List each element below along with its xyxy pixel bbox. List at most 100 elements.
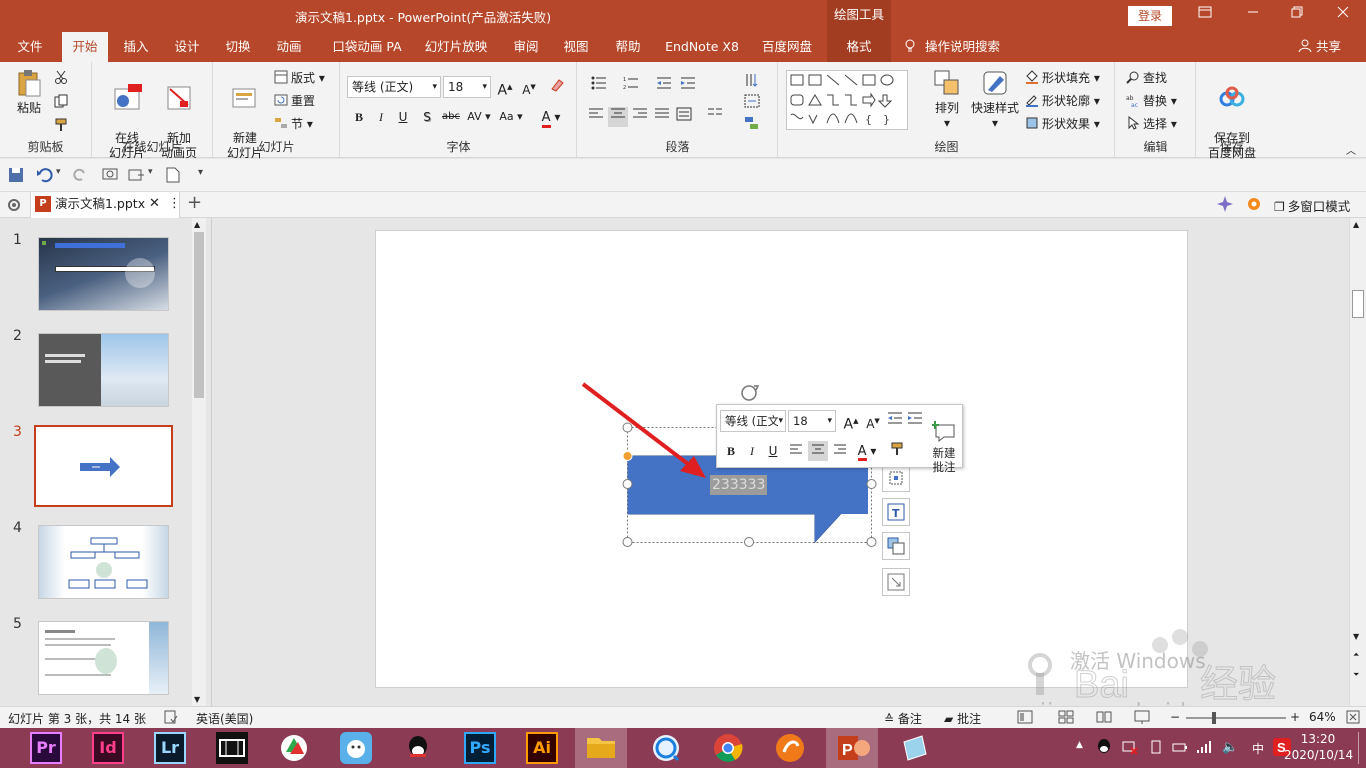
distributed-icon[interactable] [674, 107, 694, 127]
tab-help[interactable]: 帮助 [606, 32, 650, 62]
settings-icon[interactable] [6, 197, 22, 216]
slideshow-view-icon[interactable] [1134, 710, 1150, 727]
notes-app-icon[interactable] [898, 732, 930, 764]
premiere-app-icon[interactable]: Pr [30, 732, 62, 764]
select-button[interactable]: 选择 ▾ [1126, 114, 1177, 134]
slideshow-icon[interactable] [102, 167, 120, 187]
scrollbar-thumb[interactable] [194, 232, 204, 398]
tab-animations[interactable]: 动画 [267, 32, 311, 62]
tab-slideshow[interactable]: 幻灯片放映 [420, 32, 492, 62]
notes-button[interactable]: ≙ 备注 [884, 710, 922, 727]
chrome-app-icon[interactable] [712, 732, 744, 764]
increase-indent-icon[interactable] [905, 411, 925, 431]
tab-transitions[interactable]: 切换 [216, 32, 260, 62]
ime-indicator[interactable]: 中 [1252, 740, 1264, 757]
tab-home[interactable]: 开始 [62, 32, 108, 62]
font-color-button[interactable]: A ▾ [537, 107, 565, 128]
ribbon-display-icon[interactable] [1190, 4, 1220, 26]
zoom-slider[interactable] [1186, 717, 1286, 719]
next-slide-icon[interactable]: ⏷ [1353, 670, 1359, 680]
orange-app-icon[interactable] [774, 732, 806, 764]
tab-format[interactable]: 格式 [827, 32, 891, 62]
thumbnails-scrollbar[interactable]: ▲ ▼ [192, 218, 206, 706]
increase-font-icon[interactable]: A▲ [495, 77, 515, 99]
tab-view[interactable]: 视图 [554, 32, 598, 62]
reset-button[interactable]: 重置 [274, 91, 315, 111]
device-icon[interactable] [1148, 739, 1164, 755]
comments-button[interactable]: ▰ 批注 [944, 710, 981, 727]
new-comment-button[interactable]: 新建 批注 [928, 407, 960, 474]
reading-view-icon[interactable] [1096, 710, 1112, 727]
arrange-button[interactable]: 排列 ▾ [927, 68, 967, 131]
decrease-font-icon[interactable]: A▼ [863, 411, 883, 431]
layout-options-icon[interactable] [882, 464, 910, 492]
change-case-button[interactable]: Aa ▾ [497, 107, 525, 127]
close-tab-icon[interactable]: ✕ [149, 192, 160, 216]
video-editor-app-icon[interactable] [216, 732, 248, 764]
italic-button[interactable]: I [371, 107, 391, 127]
previous-slide-icon[interactable]: ⏶ [1353, 650, 1359, 660]
mini-bold-button[interactable]: B [721, 441, 741, 461]
collapse-ribbon-icon[interactable]: ︿ [1346, 142, 1356, 157]
tray-expand-icon[interactable]: ▲ [1076, 740, 1083, 750]
360-app-icon[interactable] [278, 732, 310, 764]
fit-to-window-icon[interactable] [1346, 710, 1360, 727]
document-tab[interactable]: P 演示文稿1.pptx ✕ ⋮ [30, 192, 181, 218]
tab-pocket-animation[interactable]: 口袋动画 PA [325, 32, 409, 62]
paste-button[interactable]: 粘贴 [10, 68, 48, 116]
canvas-scrollbar[interactable]: ▲ ▼ ⏶ ⏷ [1349, 218, 1366, 706]
arrange-shapes-icon[interactable] [882, 532, 910, 560]
redo-icon[interactable] [72, 167, 88, 187]
resize-icon[interactable] [882, 568, 910, 596]
magic-icon[interactable] [1216, 195, 1234, 216]
char-spacing-button[interactable]: AV ▾ [465, 107, 493, 127]
scroll-down-icon[interactable]: ▼ [1353, 632, 1359, 641]
slide-thumbnail-4[interactable] [38, 525, 169, 599]
align-center-icon[interactable] [608, 107, 628, 127]
volume-icon[interactable]: 🔈 [1222, 740, 1238, 755]
undo-dropdown-icon[interactable]: ▾ [56, 167, 61, 177]
powerpoint-app-icon[interactable]: P [826, 728, 878, 768]
mini-align-left-icon[interactable] [786, 441, 806, 461]
language-indicator[interactable]: 英语(美国) [196, 710, 253, 727]
decrease-font-icon[interactable]: A▼ [519, 77, 539, 97]
zoom-slider-thumb[interactable] [1212, 712, 1216, 724]
cut-button[interactable] [54, 68, 71, 88]
undo-icon[interactable] [36, 167, 54, 187]
font-size-combo[interactable]: 18 ▾ [443, 76, 491, 98]
columns-icon[interactable] [702, 107, 728, 127]
tab-endnote[interactable]: EndNote X8 [660, 32, 744, 62]
qq-app-icon[interactable] [402, 732, 434, 764]
spelling-icon[interactable] [164, 710, 178, 727]
multi-window-mode[interactable]: ❐ 多窗口模式 [1274, 196, 1350, 215]
replace-button[interactable]: ab ac 替换 ▾ [1126, 91, 1177, 111]
shape-outline-button[interactable]: 形状轮廓 ▾ [1025, 91, 1100, 111]
qq-tray-icon[interactable] [1096, 738, 1112, 756]
mini-italic-button[interactable]: I [742, 441, 762, 461]
mini-align-center-icon[interactable] [808, 441, 828, 461]
scrollbar-thumb[interactable] [1352, 290, 1364, 318]
scroll-up-icon[interactable]: ▲ [194, 220, 200, 229]
add-tab-icon[interactable]: + [187, 192, 202, 213]
mini-font-size-combo[interactable]: 18 ▾ [788, 410, 836, 432]
battery-icon[interactable] [1172, 739, 1188, 755]
copy-button[interactable] [54, 92, 71, 112]
slide-thumbnail-3[interactable] [34, 425, 173, 507]
text-direction-icon[interactable] [738, 72, 766, 92]
tab-file[interactable]: 文件 [8, 32, 52, 62]
minimize-icon[interactable] [1238, 4, 1268, 26]
decrease-indent-icon[interactable] [654, 76, 674, 96]
align-left-icon[interactable] [586, 107, 606, 127]
strikethrough-button[interactable]: abc [439, 107, 463, 127]
numbering-icon[interactable]: 12 [618, 76, 644, 96]
file-explorer-app-icon[interactable] [575, 728, 627, 768]
tab-insert[interactable]: 插入 [114, 32, 158, 62]
zoom-in-icon[interactable]: + [1290, 710, 1300, 724]
customize-qat-icon[interactable]: ▾ [198, 167, 203, 178]
close-icon[interactable] [1328, 4, 1358, 26]
tab-review[interactable]: 审阅 [504, 32, 548, 62]
shape-fill-button[interactable]: 形状填充 ▾ [1025, 68, 1100, 88]
chevron-down-icon[interactable]: ▾ [148, 167, 153, 177]
bullets-icon[interactable] [586, 76, 612, 96]
increase-indent-icon[interactable] [678, 76, 698, 96]
